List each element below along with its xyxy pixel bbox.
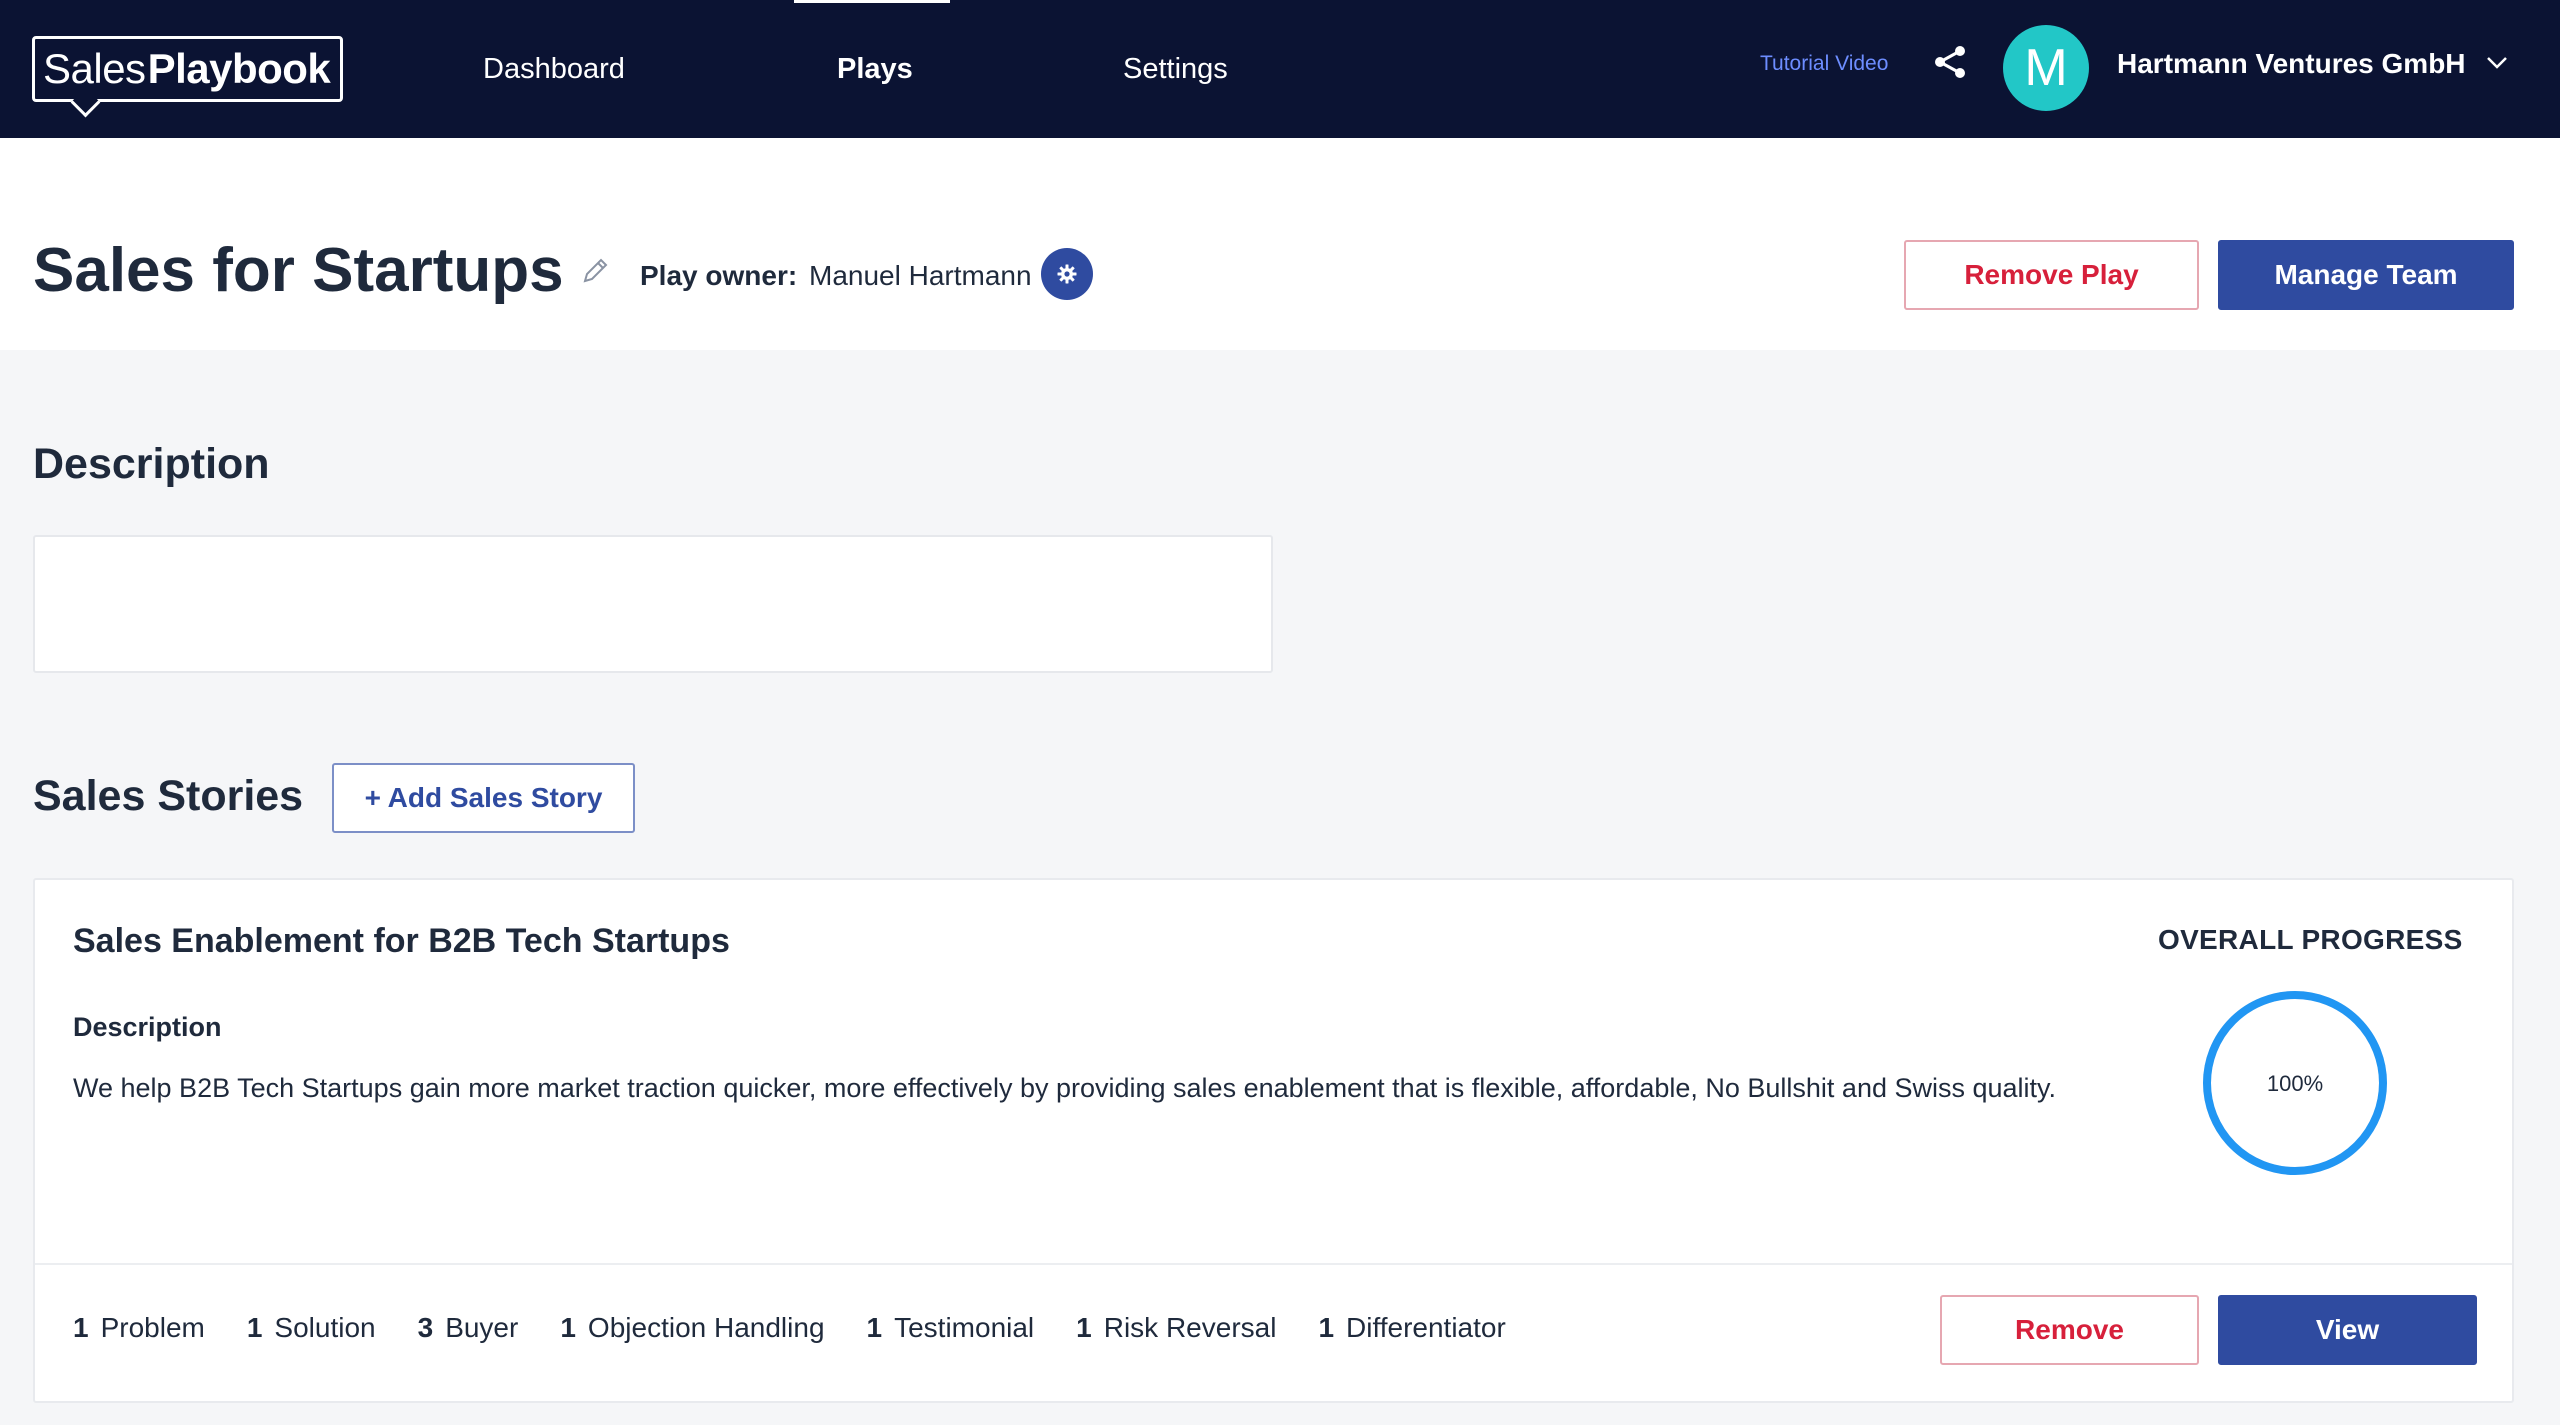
count-testimonial: 1 Testimonial <box>867 1312 1035 1344</box>
count-number: 1 <box>560 1312 576 1343</box>
company-name[interactable]: Hartmann Ventures GmbH <box>2117 48 2466 80</box>
count-number: 1 <box>1318 1312 1335 1343</box>
remove-story-button[interactable]: Remove <box>1940 1295 2199 1365</box>
add-sales-story-button[interactable]: + Add Sales Story <box>332 763 635 833</box>
logo-text-sales: Sales <box>43 45 146 92</box>
count-label: Objection Handling <box>587 1312 825 1343</box>
count-label: Differentiator <box>1346 1312 1506 1343</box>
play-header: Sales for Startups Play owner: Manuel Ha… <box>0 138 2560 350</box>
story-component-counts: 1 Problem 1 Solution 3 Buyer 1 Objection… <box>73 1312 1548 1344</box>
overall-progress-label: OVERALL PROGRESS <box>2158 924 2463 955</box>
progress-ring: 100% <box>2203 991 2387 1175</box>
avatar[interactable]: M <box>2003 25 2089 111</box>
story-title: Sales Enablement for B2B Tech Startups <box>73 922 730 960</box>
tutorial-video-link[interactable]: Tutorial Video <box>1760 52 1888 76</box>
count-number: 3 <box>417 1312 434 1343</box>
view-story-button[interactable]: View <box>2218 1295 2477 1365</box>
count-solution: 1 Solution <box>247 1312 376 1344</box>
count-risk-reversal: 1 Risk Reversal <box>1076 1312 1276 1344</box>
count-differentiator: 1 Differentiator <box>1318 1312 1505 1344</box>
owner-settings-button[interactable] <box>1041 248 1093 300</box>
nav-plays[interactable]: Plays <box>837 0 913 138</box>
logo[interactable]: Sales Playbook <box>32 30 344 108</box>
page-title: Sales for Startups <box>33 236 564 305</box>
count-number: 1 <box>246 1312 263 1343</box>
count-label: Testimonial <box>894 1312 1035 1343</box>
share-icon[interactable] <box>1932 44 1968 80</box>
count-label: Problem <box>100 1312 205 1343</box>
chevron-down-icon[interactable] <box>2486 56 2508 70</box>
count-label: Solution <box>274 1312 376 1343</box>
count-number: 1 <box>73 1312 89 1343</box>
sales-stories-heading: Sales Stories <box>33 772 304 820</box>
card-divider <box>35 1263 2512 1265</box>
pencil-icon[interactable] <box>580 256 610 286</box>
count-number: 1 <box>1076 1312 1092 1343</box>
gear-icon <box>1057 264 1077 284</box>
nav-settings[interactable]: Settings <box>1123 0 1228 138</box>
logo-text-playbook: Playbook <box>147 45 331 92</box>
remove-play-button[interactable]: Remove Play <box>1904 240 2199 310</box>
description-heading: Description <box>33 440 270 488</box>
count-number: 1 <box>866 1312 883 1343</box>
manage-team-button[interactable]: Manage Team <box>2218 240 2514 310</box>
count-label: Risk Reversal <box>1103 1312 1277 1343</box>
description-field[interactable] <box>33 535 1273 673</box>
nav-dashboard[interactable]: Dashboard <box>483 0 625 138</box>
logo-badge: Sales Playbook <box>32 36 344 102</box>
count-problem: 1 Problem <box>73 1312 205 1344</box>
count-objection-handling: 1 Objection Handling <box>560 1312 824 1344</box>
owner-name: Manuel Hartmann <box>809 260 1032 291</box>
story-description-label: Description <box>73 1012 222 1042</box>
owner-label: Play owner: <box>640 260 798 291</box>
count-buyer: 3 Buyer <box>418 1312 519 1344</box>
count-label: Buyer <box>445 1312 519 1343</box>
top-navbar: Sales Playbook Dashboard Plays Settings … <box>0 0 2560 138</box>
story-description-text: We help B2B Tech Startups gain more mark… <box>73 1073 2057 1103</box>
sales-story-card: Sales Enablement for B2B Tech Startups D… <box>33 878 2514 1403</box>
progress-value: 100% <box>2267 1071 2323 1096</box>
nav-active-indicator <box>794 0 950 3</box>
